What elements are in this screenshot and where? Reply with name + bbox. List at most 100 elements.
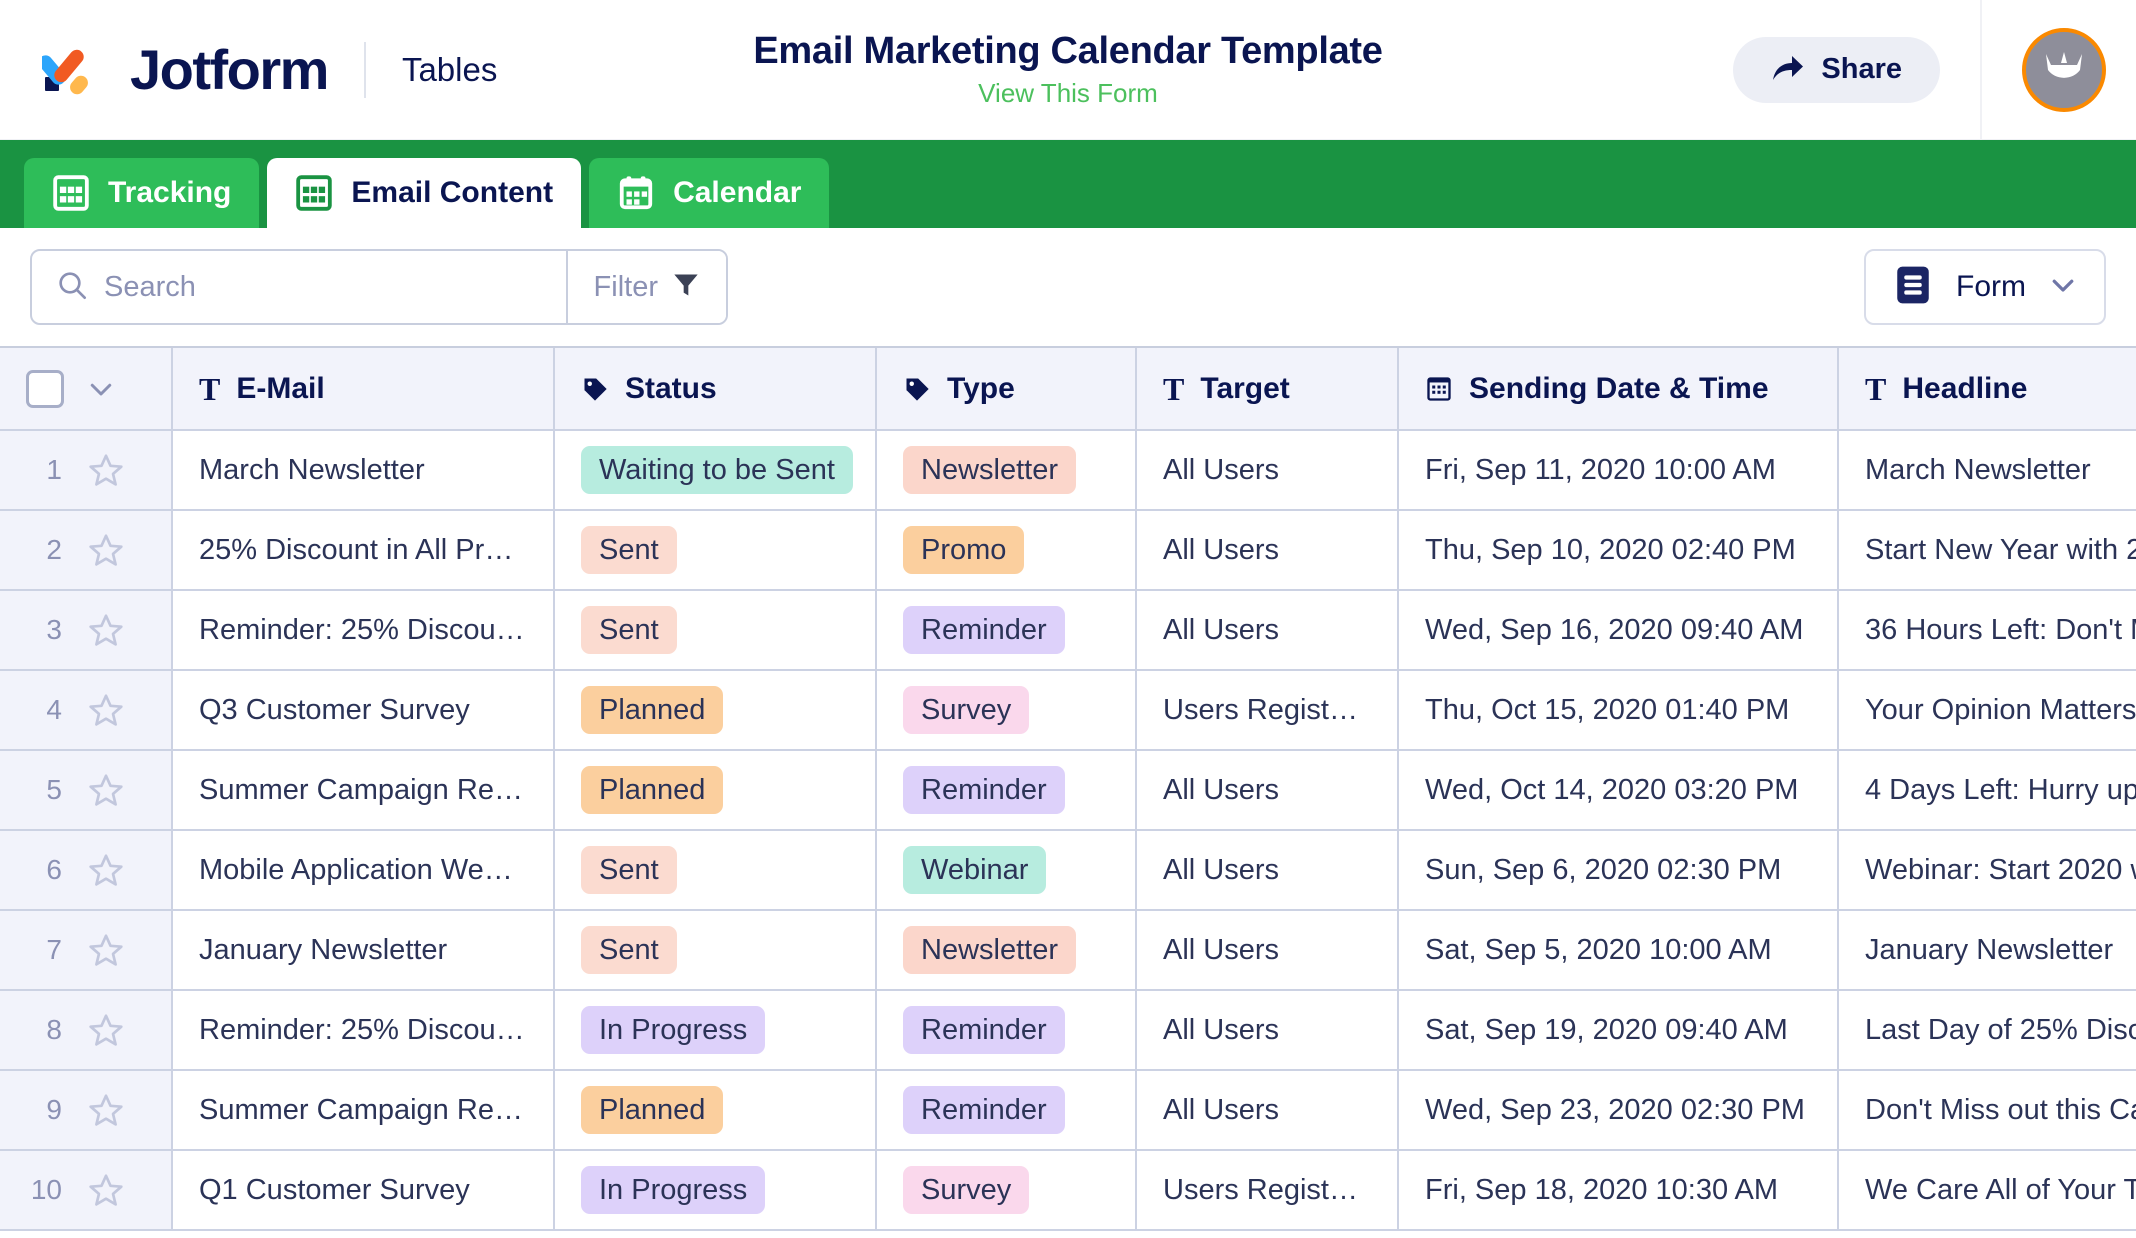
- cell-sending-date[interactable]: Sat, Sep 5, 2020 10:00 AM: [1398, 910, 1839, 991]
- cell-sending-date[interactable]: Sat, Sep 19, 2020 09:40 AM: [1398, 990, 1839, 1071]
- cell-email[interactable]: Reminder: 25% Discount …: [172, 590, 555, 671]
- cell-status[interactable]: Sent: [554, 910, 877, 991]
- star-icon[interactable]: [88, 1092, 124, 1128]
- cell-headline[interactable]: Last Day of 25% Discount: [1838, 990, 2136, 1071]
- cell-email[interactable]: Q3 Customer Survey: [172, 670, 555, 751]
- cell-sending-date[interactable]: Wed, Sep 16, 2020 09:40 AM: [1398, 590, 1839, 671]
- tab-calendar[interactable]: Calendar: [589, 158, 830, 228]
- column-header-type[interactable]: Type: [876, 348, 1137, 431]
- cell-email[interactable]: 25% Discount in All Prod…: [172, 510, 555, 591]
- cell-target[interactable]: All Users: [1136, 430, 1399, 511]
- cell-sending-date[interactable]: Fri, Sep 18, 2020 10:30 AM: [1398, 1150, 1839, 1231]
- star-icon[interactable]: [88, 612, 124, 648]
- cell-sending-date[interactable]: Thu, Oct 15, 2020 01:40 PM: [1398, 670, 1839, 751]
- data-grid-container[interactable]: T E-Mail Status Type T Target Sending Da…: [0, 346, 2136, 1238]
- star-icon[interactable]: [88, 932, 124, 968]
- cell-sending-date[interactable]: Sun, Sep 6, 2020 02:30 PM: [1398, 830, 1839, 911]
- cell-type[interactable]: Webinar: [876, 830, 1137, 911]
- search-input[interactable]: [104, 251, 566, 323]
- cell-headline[interactable]: 36 Hours Left: Don't Miss It: [1838, 590, 2136, 671]
- table-row[interactable]: 4 Q3 Customer Survey Planned Survey Users Re…: [0, 670, 2136, 751]
- avatar[interactable]: [2022, 27, 2106, 112]
- cell-type[interactable]: Reminder: [876, 750, 1137, 831]
- cell-headline[interactable]: Your Opinion Matters!: [1838, 670, 2136, 751]
- share-button[interactable]: Share: [1733, 36, 1940, 103]
- cell-target[interactable]: All Users: [1136, 990, 1399, 1071]
- cell-target[interactable]: All Users: [1136, 590, 1399, 671]
- star-icon[interactable]: [88, 452, 124, 488]
- star-icon[interactable]: [88, 1172, 124, 1208]
- cell-status[interactable]: Sent: [554, 590, 877, 671]
- cell-type[interactable]: Reminder: [876, 590, 1137, 671]
- column-header-sending-date[interactable]: Sending Date & Time: [1398, 348, 1839, 431]
- cell-email[interactable]: Reminder: 25% Discount …: [172, 990, 555, 1071]
- cell-type[interactable]: Promo: [876, 510, 1137, 591]
- cell-email[interactable]: January Newsletter: [172, 910, 555, 991]
- cell-status[interactable]: Waiting to be Sent: [554, 430, 877, 511]
- column-header-target[interactable]: T Target: [1136, 348, 1399, 431]
- filter-button[interactable]: Filter: [565, 251, 726, 323]
- table-row[interactable]: 7 January Newsletter Sent Newsletter All Use…: [0, 910, 2136, 991]
- sheet-tab-bar: Tracking Email Content Calendar: [0, 140, 2136, 228]
- cell-target[interactable]: All Users: [1136, 750, 1399, 831]
- tab-email-content[interactable]: Email Content: [267, 158, 582, 228]
- cell-type[interactable]: Survey: [876, 1150, 1137, 1231]
- form-view-button[interactable]: Form: [1864, 249, 2106, 325]
- table-row[interactable]: 2 25% Discount in All Prod… Sent Promo All U…: [0, 510, 2136, 591]
- column-header-headline[interactable]: T Headline: [1838, 348, 2136, 431]
- cell-type[interactable]: Reminder: [876, 1070, 1137, 1151]
- star-icon[interactable]: [88, 692, 124, 728]
- cell-email[interactable]: Summer Campaign Remi…: [172, 750, 555, 831]
- cell-headline[interactable]: January Newsletter: [1838, 910, 2136, 991]
- cell-email[interactable]: Q1 Customer Survey: [172, 1150, 555, 1231]
- star-icon[interactable]: [88, 772, 124, 808]
- cell-target[interactable]: Users Registere…: [1136, 670, 1399, 751]
- cell-target[interactable]: Users Registere…: [1136, 1150, 1399, 1231]
- cell-target[interactable]: All Users: [1136, 830, 1399, 911]
- table-row[interactable]: 6 Mobile Application Webi… Sent Webinar All …: [0, 830, 2136, 911]
- table-row[interactable]: 10 Q1 Customer Survey In Progress Survey Use…: [0, 1150, 2136, 1231]
- cell-email[interactable]: Summer Campaign Remi…: [172, 1070, 555, 1151]
- cell-headline[interactable]: Start New Year with 25% Discount: [1838, 510, 2136, 591]
- cell-headline[interactable]: 4 Days Left: Hurry up for Summer: [1838, 750, 2136, 831]
- cell-status[interactable]: In Progress: [554, 990, 877, 1071]
- table-row[interactable]: 9 Summer Campaign Remi… Planned Reminder All…: [0, 1070, 2136, 1151]
- cell-email[interactable]: March Newsletter: [172, 430, 555, 511]
- table-row[interactable]: 5 Summer Campaign Remi… Planned Reminder All…: [0, 750, 2136, 831]
- cell-headline[interactable]: March Newsletter: [1838, 430, 2136, 511]
- view-this-form-link[interactable]: View This Form: [978, 78, 1158, 109]
- cell-type[interactable]: Newsletter: [876, 430, 1137, 511]
- cell-target[interactable]: All Users: [1136, 1070, 1399, 1151]
- select-all-checkbox[interactable]: [26, 369, 64, 408]
- cell-headline[interactable]: Webinar: Start 2020 with Mobile: [1838, 830, 2136, 911]
- cell-headline[interactable]: We Care All of Your Thoughts: [1838, 1150, 2136, 1231]
- star-icon[interactable]: [88, 532, 124, 568]
- cell-sending-date[interactable]: Wed, Sep 23, 2020 02:30 PM: [1398, 1070, 1839, 1151]
- column-header-email[interactable]: T E-Mail: [172, 348, 555, 431]
- star-icon[interactable]: [88, 852, 124, 888]
- column-header-status[interactable]: Status: [554, 348, 877, 431]
- search-field-wrapper[interactable]: [32, 251, 566, 323]
- cell-status[interactable]: Sent: [554, 510, 877, 591]
- cell-status[interactable]: Planned: [554, 750, 877, 831]
- cell-type[interactable]: Survey: [876, 670, 1137, 751]
- table-row[interactable]: 3 Reminder: 25% Discount … Sent Reminder All…: [0, 590, 2136, 671]
- cell-target[interactable]: All Users: [1136, 910, 1399, 991]
- table-row[interactable]: 1 March Newsletter Waiting to be Sent Newsl…: [0, 430, 2136, 511]
- cell-sending-date[interactable]: Thu, Sep 10, 2020 02:40 PM: [1398, 510, 1839, 591]
- cell-sending-date[interactable]: Fri, Sep 11, 2020 10:00 AM: [1398, 430, 1839, 511]
- cell-status[interactable]: Planned: [554, 1070, 877, 1151]
- cell-status[interactable]: In Progress: [554, 1150, 877, 1231]
- cell-type[interactable]: Reminder: [876, 990, 1137, 1071]
- star-icon[interactable]: [88, 1012, 124, 1048]
- cell-headline[interactable]: Don't Miss out this Campaign: [1838, 1070, 2136, 1151]
- cell-sending-date[interactable]: Wed, Oct 14, 2020 03:20 PM: [1398, 750, 1839, 831]
- cell-status[interactable]: Sent: [554, 830, 877, 911]
- cell-status[interactable]: Planned: [554, 670, 877, 751]
- tab-tracking[interactable]: Tracking: [24, 158, 260, 228]
- cell-email[interactable]: Mobile Application Webi…: [172, 830, 555, 911]
- chevron-down-icon[interactable]: [86, 374, 116, 404]
- cell-type[interactable]: Newsletter: [876, 910, 1137, 991]
- table-row[interactable]: 8 Reminder: 25% Discount … In Progress Remi…: [0, 990, 2136, 1071]
- cell-target[interactable]: All Users: [1136, 510, 1399, 591]
